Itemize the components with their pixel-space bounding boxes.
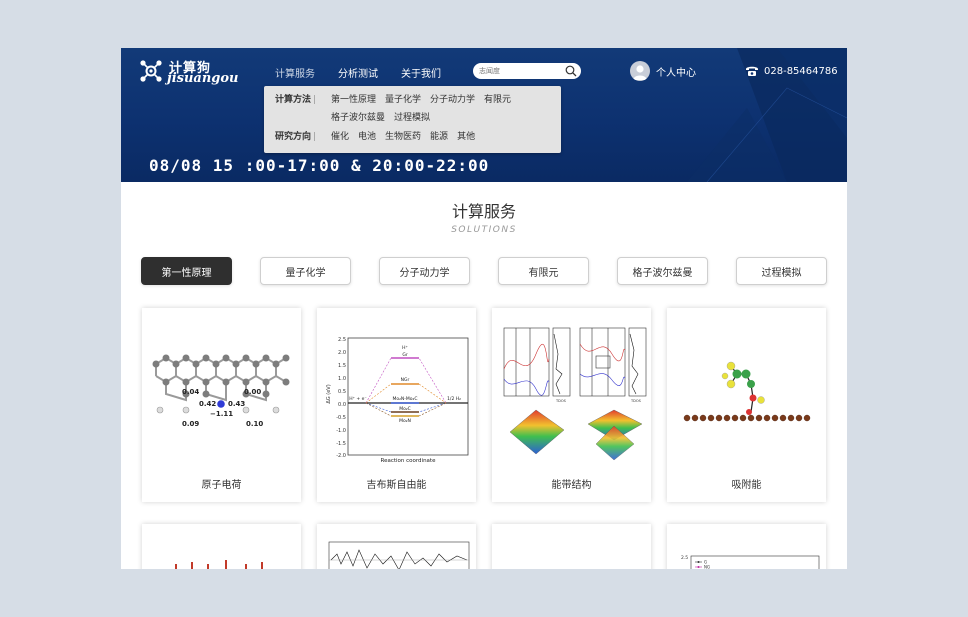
level-label: H⁺	[402, 345, 408, 351]
y-tick: -2.0	[336, 453, 346, 459]
search-input[interactable]	[479, 65, 559, 76]
tdos-label: TDOS	[555, 399, 567, 403]
legend-item: NG	[704, 565, 710, 570]
card-partial[interactable]	[142, 524, 301, 569]
charge-label: 0.09	[182, 420, 199, 428]
card-adsorption-energy[interactable]: 吸附能	[667, 308, 826, 502]
dropdown-methods-row: 计算方法 | 第一性原理 量子化学 分子动力学 有限元 格子波尔兹曼 过程模拟	[275, 91, 531, 127]
section-title: 计算服务	[451, 202, 516, 221]
left-state-label: H⁺ + e⁻	[349, 396, 367, 402]
method-item[interactable]: 过程模拟	[394, 109, 430, 127]
charge-label: 0.43	[228, 400, 245, 408]
tab-quantum-chemistry[interactable]: 量子化学	[260, 257, 351, 285]
y-tick: 1.0	[338, 376, 346, 382]
y-tick: 2.0	[338, 350, 346, 356]
card-partial[interactable]	[317, 524, 476, 569]
search-icon[interactable]	[565, 65, 577, 77]
card-caption: 吸附能	[731, 480, 762, 491]
services-dropdown: 计算方法 | 第一性原理 量子化学 分子动力学 有限元 格子波尔兹曼 过程模拟 …	[264, 86, 561, 153]
charge-label: 0.10	[246, 420, 263, 428]
y-tick: 2.5	[338, 337, 346, 343]
y-tick: 0.5	[338, 389, 346, 395]
search-box	[473, 63, 581, 79]
methods-list: 第一性原理 量子化学 分子动力学 有限元 格子波尔兹曼 过程模拟	[331, 91, 531, 127]
charge-label: 0.04	[182, 388, 199, 396]
browser-frame: 计算狗 jisuangou 计算服务 分析测试 关于我们 个人中心	[121, 48, 847, 569]
phone-contact: 028-85464786	[745, 65, 838, 77]
level-label: Mo₂C	[399, 406, 411, 412]
tab-finite-element[interactable]: 有限元	[498, 257, 589, 285]
hero-banner: 计算狗 jisuangou 计算服务 分析测试 关于我们 个人中心	[121, 48, 847, 182]
user-center-link[interactable]: 个人中心	[630, 61, 696, 81]
field-item[interactable]: 其他	[457, 128, 475, 146]
user-center-label: 个人中心	[656, 67, 696, 79]
field-item[interactable]: 生物医药	[385, 128, 421, 146]
separator: |	[313, 132, 317, 142]
phone-icon	[746, 66, 758, 76]
brand-name-en: jisuangou	[167, 71, 239, 86]
field-item[interactable]: 电池	[358, 128, 376, 146]
card-caption: 原子电荷	[201, 480, 242, 491]
card-atomic-charge[interactable]: 0.04 0.00 0.42 0.43 −1.11 0.09 0.10 原子电荷	[142, 308, 301, 502]
partial-figure: 2.5 G NG	[681, 555, 820, 570]
tdos-label: TDOS	[630, 399, 642, 403]
hero-schedule: 08/08 15 :00-17:00 & 20:00-22:00	[149, 156, 490, 175]
main-nav: 计算服务 分析测试 关于我们	[275, 65, 441, 80]
phone-number: 028-85464786	[764, 65, 838, 77]
y-tick: -1.0	[336, 428, 346, 434]
field-item[interactable]: 催化	[331, 128, 349, 146]
adsorption-figure	[683, 361, 811, 422]
charge-label: 0.42	[199, 400, 216, 408]
nav-item-services[interactable]: 计算服务	[275, 65, 315, 80]
method-item[interactable]: 第一性原理	[331, 91, 376, 109]
y-tick: 2.5	[681, 555, 688, 561]
tab-process-simulation[interactable]: 过程模拟	[736, 257, 827, 285]
logo-icon	[140, 60, 162, 82]
level-label: Mo₂N	[399, 418, 411, 424]
method-item[interactable]: 分子动力学	[430, 91, 475, 109]
card-band-structure[interactable]: TDOS TDOS 能带结构	[492, 308, 651, 502]
tab-first-principles[interactable]: 第一性原理	[141, 257, 232, 285]
avatar	[630, 61, 650, 81]
atomic-charge-figure: 0.04 0.00 0.42 0.43 −1.11 0.09 0.10	[152, 354, 290, 428]
brand-logo[interactable]: 计算狗 jisuangou	[139, 59, 239, 86]
charge-label: −1.11	[210, 410, 233, 418]
tab-molecular-dynamics[interactable]: 分子动力学	[379, 257, 470, 285]
y-axis-label: ΔG (eV)	[326, 384, 332, 403]
nav-item-about[interactable]: 关于我们	[401, 65, 441, 80]
y-tick: -0.5	[336, 415, 346, 421]
tab-lattice-boltzmann[interactable]: 格子波尔兹曼	[617, 257, 708, 285]
card-partial[interactable]: 2.5 G NG	[667, 524, 826, 569]
card-caption: 能带结构	[551, 480, 592, 491]
y-tick: 0.0	[338, 402, 346, 408]
gibbs-energy-figure: 2.5 2.0 1.5 1.0 0.5 0.0 -0.5 -1.0 -1.5 -…	[326, 337, 469, 464]
nav-item-analysis[interactable]: 分析测试	[338, 65, 378, 80]
field-item[interactable]: 能源	[430, 128, 448, 146]
partial-figure	[328, 541, 470, 569]
level-label: Gr	[402, 352, 407, 358]
card-partial[interactable]	[492, 524, 651, 569]
method-item[interactable]: 量子化学	[385, 91, 421, 109]
fields-label: 研究方向	[275, 132, 312, 142]
partial-figure	[175, 560, 263, 569]
y-tick: 1.5	[338, 363, 346, 369]
level-label: NGr	[401, 377, 410, 383]
separator: |	[313, 95, 317, 105]
card-gibbs-free-energy[interactable]: 2.5 2.0 1.5 1.0 0.5 0.0 -0.5 -1.0 -1.5 -…	[317, 308, 476, 502]
level-label: Mo₂N-Mo₂C	[392, 396, 417, 402]
right-state-label: 1/2 H₂	[447, 396, 461, 402]
x-axis-label: Reaction coordinate	[381, 458, 437, 464]
y-tick: -1.5	[336, 441, 346, 447]
charge-label: 0.00	[244, 388, 261, 396]
dropdown-fields-row: 研究方向 | 催化 电池 生物医药 能源 其他	[275, 128, 531, 146]
user-icon	[633, 65, 647, 80]
fields-list: 催化 电池 生物医药 能源 其他	[331, 128, 531, 146]
method-item[interactable]: 格子波尔兹曼	[331, 109, 385, 127]
section-subtitle: SOLUTIONS	[451, 225, 517, 235]
method-item[interactable]: 有限元	[484, 91, 511, 109]
card-caption: 吉布斯自由能	[366, 480, 427, 491]
methods-label: 计算方法	[275, 95, 312, 105]
band-structure-figure: TDOS TDOS	[503, 327, 647, 461]
